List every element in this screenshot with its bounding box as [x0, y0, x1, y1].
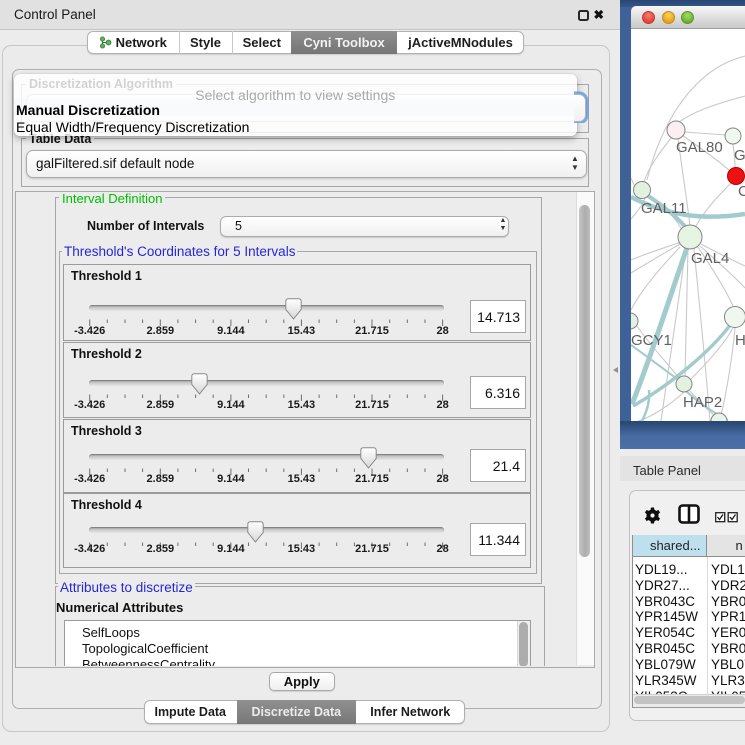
svg-text:HAP2: HAP2	[683, 394, 722, 411]
svg-text:C: C	[738, 183, 745, 200]
svg-text:G.: G.	[734, 147, 745, 164]
svg-text:GAL4: GAL4	[691, 250, 729, 267]
svg-text:GCY1: GCY1	[631, 332, 672, 349]
svg-text:GAL80: GAL80	[676, 139, 723, 156]
svg-text:GAL11: GAL11	[641, 200, 687, 217]
svg-text:H: H	[735, 332, 745, 349]
